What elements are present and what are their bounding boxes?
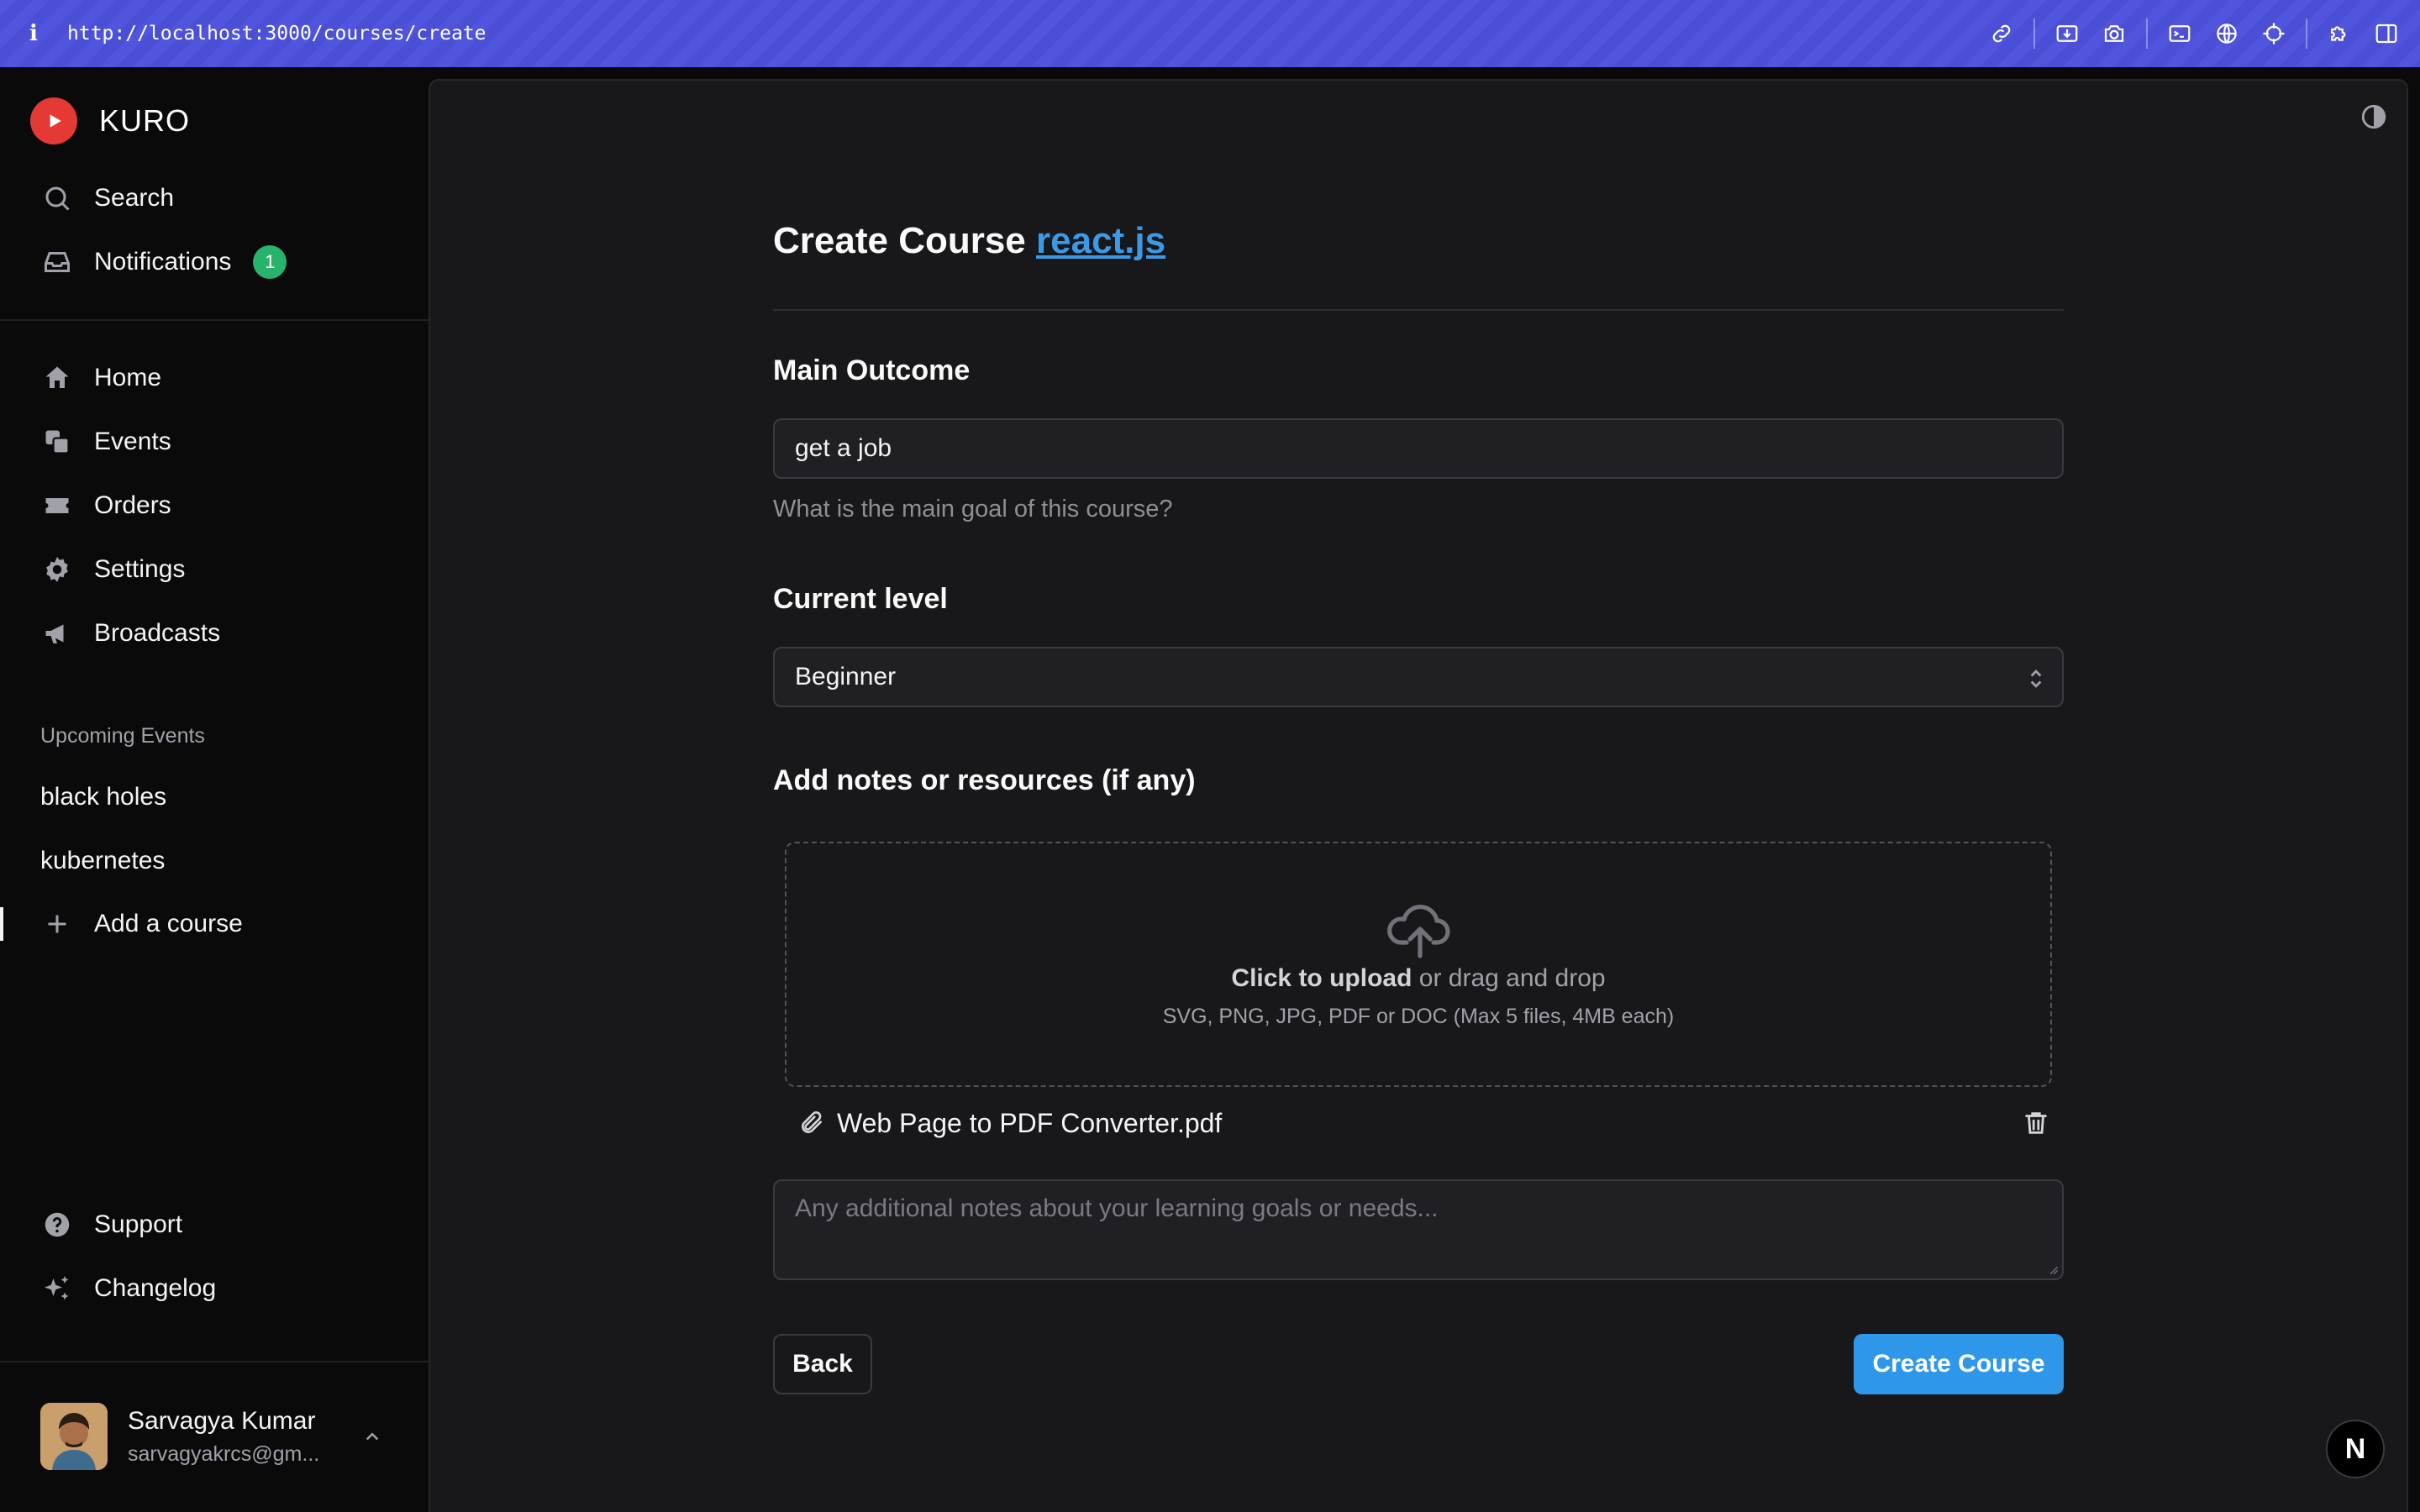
toolbar-divider <box>2306 18 2307 49</box>
click-to-upload-link[interactable]: Click to upload <box>1231 964 1412 992</box>
sidebar-item-add-course[interactable]: Add a course <box>40 899 243 949</box>
info-icon[interactable]: i <box>0 21 67 46</box>
upload-instructions-text: or drag and drop <box>1412 964 1606 992</box>
sidebar-item-label: Add a course <box>94 910 243 937</box>
current-level-value: Beginner <box>795 663 897 690</box>
back-button[interactable]: Back <box>773 1334 872 1394</box>
create-course-button[interactable]: Create Course <box>1854 1334 2064 1394</box>
sidebar-item-notifications[interactable]: Notifications 1 <box>40 237 287 287</box>
sidebar-item-label: Broadcasts <box>94 619 221 647</box>
globe-icon[interactable] <box>2203 10 2250 57</box>
sidebar-item-label: Support <box>94 1210 183 1238</box>
chevron-up-icon[interactable] <box>360 1425 385 1450</box>
page-title-text: Create Course <box>773 220 1026 261</box>
sidebar-item-search[interactable]: Search <box>40 173 174 223</box>
toolbar-divider <box>2033 18 2035 49</box>
upcoming-event-item[interactable]: kubernetes <box>40 847 165 875</box>
file-dropzone[interactable]: Click to upload or drag and drop SVG, PN… <box>785 842 2052 1087</box>
plus-icon <box>40 907 74 941</box>
sidebar-item-label: Events <box>94 428 171 455</box>
course-topic-link[interactable]: react.js <box>1036 220 1165 261</box>
nextjs-devtools-button[interactable]: N <box>2326 1420 2385 1478</box>
upcoming-event-item[interactable]: black holes <box>40 783 166 811</box>
sidebar-item-home[interactable]: Home <box>40 353 161 403</box>
home-icon <box>40 361 74 395</box>
sidebar-icon[interactable] <box>2363 10 2410 57</box>
upload-cloud-icon <box>1387 904 1450 958</box>
current-level-label: Current level <box>773 583 948 615</box>
search-icon <box>40 181 74 215</box>
user-email: sarvagyakrcs@gm... <box>128 1441 320 1466</box>
inbox-icon <box>40 245 74 279</box>
sidebar-divider <box>0 319 429 321</box>
current-level-select[interactable]: Beginner <box>773 647 2064 707</box>
toolbar-divider <box>2146 18 2148 49</box>
user-menu[interactable]: Sarvagya Kumar sarvagyakrcs@gm... <box>40 1403 379 1470</box>
additional-notes-textarea[interactable]: Any additional notes about your learning… <box>773 1179 2064 1280</box>
main-outcome-label: Main Outcome <box>773 354 971 386</box>
brand-name: KURO <box>99 103 191 138</box>
sidebar-item-events[interactable]: Events <box>40 417 171 467</box>
sidebar-item-changelog[interactable]: Changelog <box>40 1263 216 1314</box>
play-logo-icon <box>30 97 77 144</box>
notification-count-badge: 1 <box>253 245 287 279</box>
link-icon[interactable] <box>1978 10 2025 57</box>
uploaded-file-item: Web Page to PDF Converter.pdf <box>798 1102 2050 1144</box>
page-title: Create Course react.js <box>773 220 1165 262</box>
upload-hint: SVG, PNG, JPG, PDF or DOC (Max 5 files, … <box>1162 1005 1675 1028</box>
squares-icon <box>40 425 74 459</box>
select-arrows-icon <box>2030 669 2042 688</box>
megaphone-icon <box>40 617 74 650</box>
sidebar-item-label: Orders <box>94 491 171 519</box>
main-panel: Create Course react.js Main Outcome get … <box>429 79 2408 1512</box>
help-circle-icon <box>40 1208 74 1242</box>
title-divider <box>773 309 2064 311</box>
sidebar-item-label: Settings <box>94 555 186 583</box>
sidebar-item-broadcasts[interactable]: Broadcasts <box>40 608 220 659</box>
main-outcome-helper: What is the main goal of this course? <box>773 496 1173 522</box>
active-indicator <box>0 907 3 941</box>
ticket-icon <box>40 489 74 522</box>
browser-toolbar: i http://localhost:3000/courses/create <box>0 0 2420 67</box>
crosshair-icon[interactable] <box>2250 10 2297 57</box>
upload-instructions: Click to upload or drag and drop <box>786 964 2050 993</box>
puzzle-icon[interactable] <box>2316 10 2363 57</box>
terminal-icon[interactable] <box>2156 10 2203 57</box>
brand[interactable]: KURO <box>30 97 190 144</box>
sidebar-item-label: Home <box>94 364 162 391</box>
theme-toggle-icon[interactable] <box>2360 102 2388 131</box>
sparkles-icon <box>40 1272 74 1305</box>
avatar <box>40 1403 108 1470</box>
screenshot-region-icon[interactable] <box>2044 10 2091 57</box>
notes-resources-label: Add notes or resources (if any) <box>773 764 1196 796</box>
sidebar-item-label: Notifications <box>94 248 232 276</box>
user-name: Sarvagya Kumar <box>128 1406 316 1435</box>
sidebar-item-support[interactable]: Support <box>40 1200 182 1250</box>
resize-handle-icon[interactable] <box>2047 1263 2059 1275</box>
sidebar-item-orders[interactable]: Orders <box>40 480 171 531</box>
main-outcome-input[interactable]: get a job <box>773 418 2064 479</box>
trash-icon[interactable] <box>2022 1109 2050 1137</box>
sidebar-item-label: Changelog <box>94 1274 217 1302</box>
sidebar: KURO Search Notifications 1 Home Events … <box>0 67 429 1512</box>
sidebar-item-settings[interactable]: Settings <box>40 544 185 595</box>
sidebar-divider <box>0 1361 429 1362</box>
sidebar-item-label: Search <box>94 184 175 212</box>
address-bar[interactable]: http://localhost:3000/courses/create <box>67 23 487 45</box>
paperclip-icon <box>802 1110 822 1133</box>
uploaded-file-name: Web Page to PDF Converter.pdf <box>837 1107 1223 1138</box>
gear-icon <box>40 553 74 586</box>
camera-icon[interactable] <box>2091 10 2138 57</box>
upcoming-events-heading: Upcoming Events <box>40 724 205 748</box>
